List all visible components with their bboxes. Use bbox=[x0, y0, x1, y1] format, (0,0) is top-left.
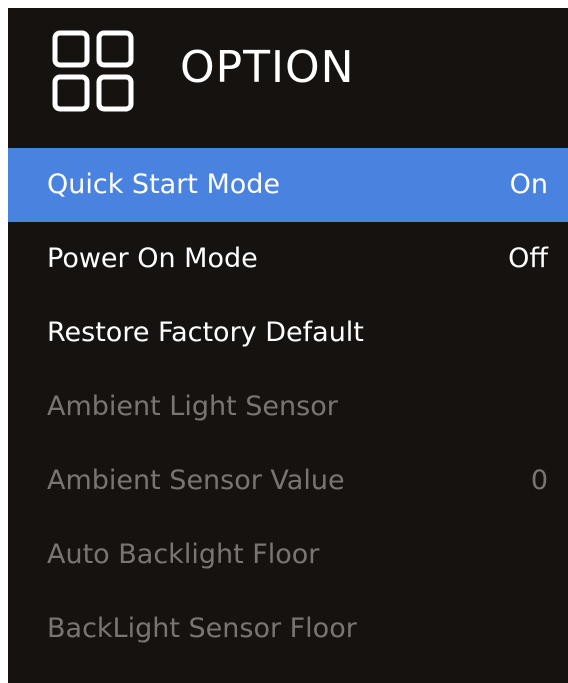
menu-item-backlight-sensor-floor: BackLight Sensor Floor bbox=[8, 592, 568, 666]
osd-menu-panel: OPTION Quick Start Mode On Power On Mode… bbox=[8, 8, 568, 683]
menu-item-label: Restore Factory Default bbox=[47, 317, 364, 348]
menu-item-label: Ambient Sensor Value bbox=[47, 465, 345, 496]
menu-item-label: Power On Mode bbox=[47, 243, 258, 274]
menu-list: Quick Start Mode On Power On Mode Off Re… bbox=[8, 148, 568, 666]
menu-item-label: BackLight Sensor Floor bbox=[47, 613, 357, 644]
menu-item-value: On bbox=[509, 169, 548, 200]
menu-item-label: Quick Start Mode bbox=[47, 169, 281, 200]
menu-item-ambient-light-sensor: Ambient Light Sensor bbox=[8, 370, 568, 444]
menu-item-value: 0 bbox=[530, 465, 548, 496]
menu-item-quick-start-mode[interactable]: Quick Start Mode On bbox=[8, 148, 568, 222]
menu-item-label: Ambient Light Sensor bbox=[47, 391, 338, 422]
menu-item-power-on-mode[interactable]: Power On Mode Off bbox=[8, 222, 568, 296]
menu-header: OPTION bbox=[8, 8, 568, 148]
menu-item-label: Auto Backlight Floor bbox=[47, 539, 320, 570]
menu-item-auto-backlight-floor: Auto Backlight Floor bbox=[8, 518, 568, 592]
menu-title: OPTION bbox=[180, 42, 355, 93]
menu-item-ambient-sensor-value: Ambient Sensor Value 0 bbox=[8, 444, 568, 518]
menu-item-restore-factory-default[interactable]: Restore Factory Default bbox=[8, 296, 568, 370]
grid-icon bbox=[52, 30, 134, 112]
menu-item-value: Off bbox=[508, 243, 548, 274]
